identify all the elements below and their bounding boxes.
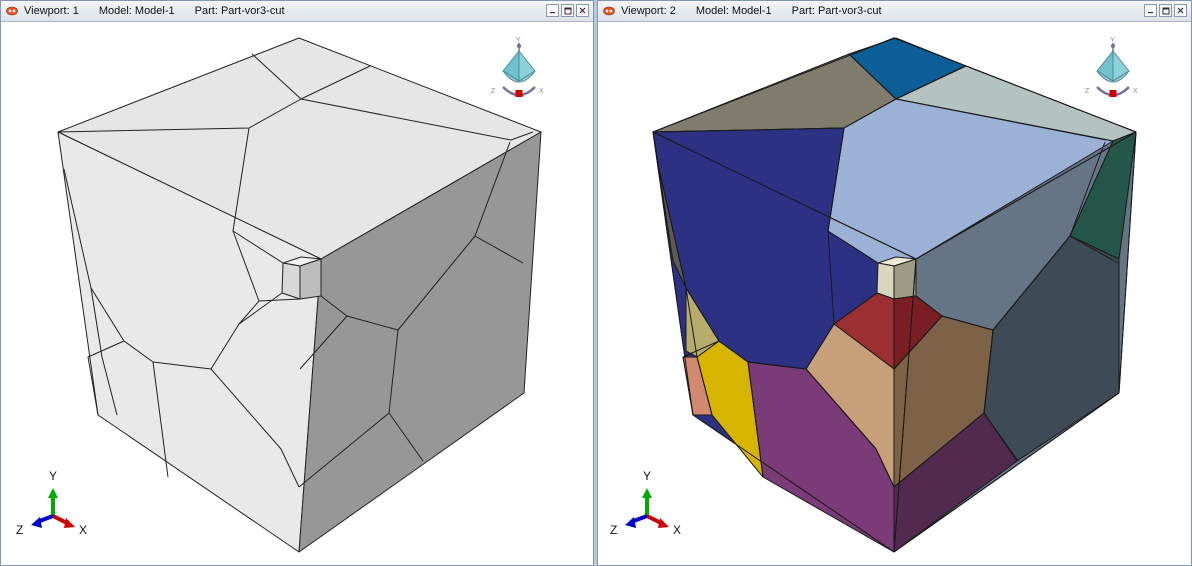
view-cube-icon[interactable]: Y Z X (491, 37, 544, 97)
viewport-1-part: Part: Part-vor3-cut (194, 5, 285, 17)
close-icon[interactable] (1174, 4, 1187, 17)
triad-z-label: Z (610, 523, 617, 537)
view-cube-z-label: Z (1085, 88, 1090, 95)
view-cube-icon[interactable]: Y Z X (1085, 37, 1138, 97)
viewport-2-titlebar[interactable]: Viewport: 2 Model: Model-1 Part: Part-vo… (598, 1, 1191, 22)
viewport-2-model: Model: Model-1 (695, 5, 772, 17)
view-cube-y-label: Y (1110, 37, 1115, 44)
triad-x-label: X (673, 523, 681, 537)
view-cube-z-label: Z (491, 88, 496, 95)
viewport-1-model: Model: Model-1 (98, 5, 175, 17)
viewport-2[interactable]: Viewport: 2 Model: Model-1 Part: Part-vo… (597, 0, 1192, 566)
viewport-2-canvas[interactable]: Y Z X Y X Z (598, 22, 1191, 565)
restore-icon[interactable] (561, 4, 574, 17)
view-cube-x-label: X (1133, 88, 1138, 95)
close-icon[interactable] (576, 4, 589, 17)
restore-icon[interactable] (1159, 4, 1172, 17)
minimize-icon[interactable] (1144, 4, 1157, 17)
axis-triad: Y X Z (610, 469, 681, 537)
viewport-1-title: Viewport: 1 (24, 5, 79, 17)
grain-model-grey (57, 37, 542, 553)
viewport-2-title: Viewport: 2 (621, 5, 676, 17)
view-cube-x-label: X (539, 88, 544, 95)
viewport-1-canvas[interactable]: Y Z X Y X Z (1, 22, 593, 565)
minimize-icon[interactable] (546, 4, 559, 17)
abaqus-eye-icon (6, 5, 18, 17)
triad-y-label: Y (643, 469, 651, 483)
viewport-1-titlebar[interactable]: Viewport: 1 Model: Model-1 Part: Part-vo… (1, 1, 593, 22)
triad-y-label: Y (49, 469, 57, 483)
viewport-2-part: Part: Part-vor3-cut (791, 5, 882, 17)
axis-triad: Y X Z (16, 469, 87, 537)
abaqus-eye-icon (603, 5, 615, 17)
triad-z-label: Z (16, 523, 23, 537)
viewport-1[interactable]: Viewport: 1 Model: Model-1 Part: Part-vo… (0, 0, 594, 566)
grain-model-color (652, 37, 1137, 553)
view-cube-y-label: Y (516, 37, 521, 44)
triad-x-label: X (79, 523, 87, 537)
